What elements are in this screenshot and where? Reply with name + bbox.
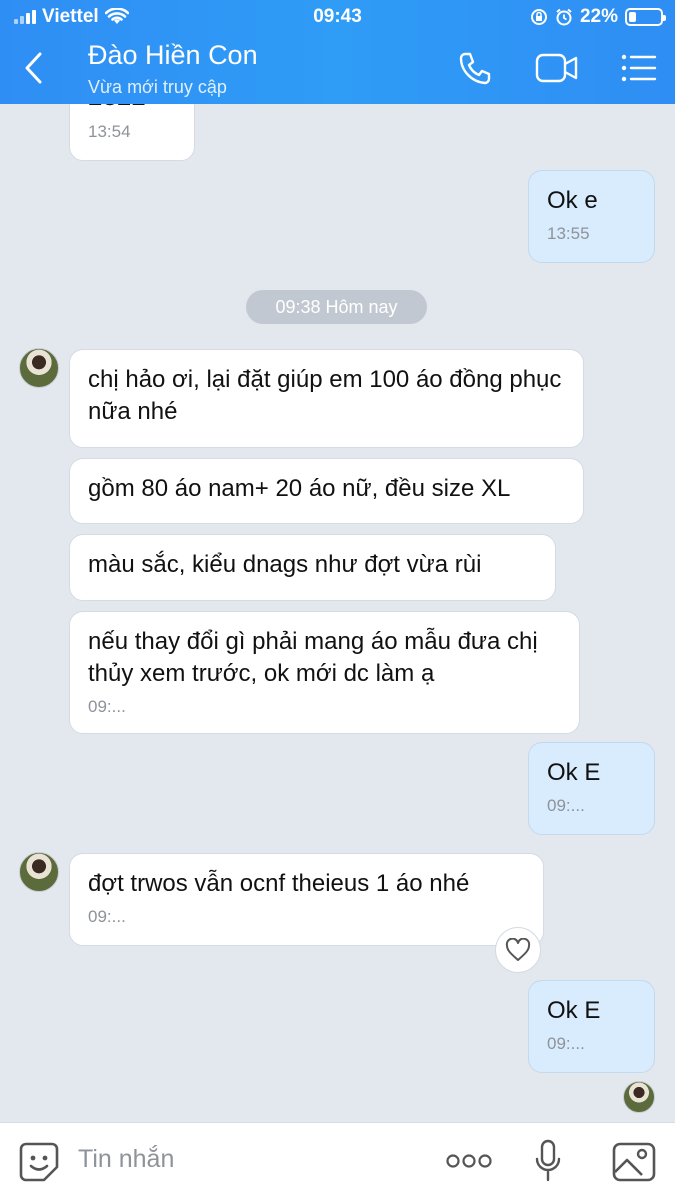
message-time: 09:... xyxy=(547,796,585,815)
heart-icon xyxy=(505,938,531,961)
message-bubble[interactable]: đợt trwos vẫn ocnf theieus 1 áo nhé 09:.… xyxy=(69,853,544,946)
message-input[interactable]: Tin nhắn xyxy=(78,1145,174,1174)
seen-avatar xyxy=(623,1081,655,1113)
chat-header: Viettel 09:43 22% Đào Hiền Con Vừa mới t… xyxy=(0,0,675,104)
list-icon[interactable] xyxy=(621,54,657,82)
video-icon[interactable] xyxy=(535,52,579,84)
message-text: nếu thay đổi gì phải mang áo mẫu đưa chị… xyxy=(88,628,538,687)
image-icon[interactable] xyxy=(612,1142,656,1182)
react-button[interactable] xyxy=(495,927,541,973)
message-text: chị hảo ơi, lại đặt giúp em 100 áo đồng … xyxy=(88,366,562,425)
message-time: 09:... xyxy=(88,907,126,926)
message-bubble[interactable]: màu sắc, kiểu dnags như đợt vừa rùi xyxy=(69,534,556,601)
message-time: 13:54 xyxy=(88,122,131,141)
message-bubble[interactable]: chị hảo ơi, lại đặt giúp em 100 áo đồng … xyxy=(69,349,584,448)
message-time: 09:... xyxy=(88,697,126,716)
message-text: màu sắc, kiểu dnags như đợt vừa rùi xyxy=(88,551,482,578)
avatar[interactable] xyxy=(19,348,59,388)
message-bubble[interactable]: nếu thay đổi gì phải mang áo mẫu đưa chị… xyxy=(69,611,580,734)
lock-rotation-icon xyxy=(530,9,547,25)
contact-name[interactable]: Đào Hiền Con xyxy=(88,40,258,71)
chevron-left-icon[interactable] xyxy=(22,52,46,84)
message-bubble-mine[interactable]: Ok E 09:... xyxy=(528,742,655,835)
message-time: 09:... xyxy=(547,1034,585,1053)
message-text: Ok E xyxy=(547,997,601,1024)
sticker-icon[interactable] xyxy=(18,1141,60,1183)
message-bubble-mine[interactable]: Ok e 13:55 xyxy=(528,170,655,263)
date-separator: 09:38 Hôm nay xyxy=(246,290,427,324)
message-list[interactable]: 2322 13:54 Ok e 13:55 09:38 Hôm nay chị … xyxy=(0,104,675,1122)
contact-status: Vừa mới truy cập xyxy=(88,77,227,97)
battery-percent: 22% xyxy=(579,6,618,27)
message-text: 2322 xyxy=(88,104,176,109)
avatar[interactable] xyxy=(19,852,59,892)
message-text: đợt trwos vẫn ocnf theieus 1 áo nhé xyxy=(88,870,470,897)
more-icon[interactable] xyxy=(446,1153,492,1169)
composer-bar: Tin nhắn xyxy=(0,1122,675,1200)
message-text: Ok E xyxy=(547,759,601,786)
phone-icon[interactable] xyxy=(457,50,493,86)
message-bubble[interactable]: 2322 13:54 xyxy=(69,104,195,161)
message-bubble-mine[interactable]: Ok E 09:... xyxy=(528,980,655,1073)
status-bar: Viettel 09:43 22% xyxy=(0,6,675,30)
message-time: 13:55 xyxy=(547,224,590,243)
battery-icon xyxy=(625,8,666,26)
message-bubble[interactable]: gồm 80 áo nam+ 20 áo nữ, đều size XL xyxy=(69,458,584,524)
mic-icon[interactable] xyxy=(534,1139,562,1183)
alarm-icon xyxy=(556,8,572,26)
message-text: gồm 80 áo nam+ 20 áo nữ, đều size XL xyxy=(88,475,511,502)
message-text: Ok e xyxy=(547,187,598,214)
